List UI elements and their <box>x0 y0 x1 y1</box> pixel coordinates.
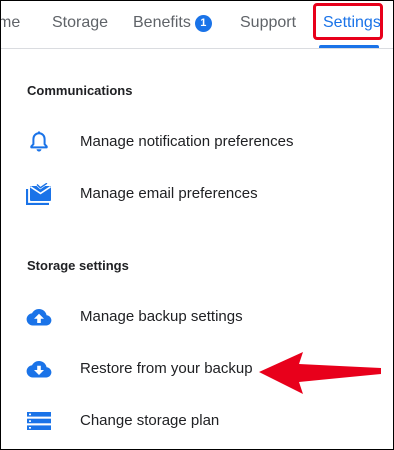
tab-benefits[interactable]: Benefits 1 <box>133 13 212 33</box>
cloud-upload-icon <box>26 306 52 328</box>
storage-list-icon <box>26 410 52 432</box>
benefits-count-badge: 1 <box>194 15 212 32</box>
cloud-download-icon <box>26 358 52 380</box>
manage-email-preferences-item[interactable]: Manage email preferences <box>1 172 393 216</box>
tab-home[interactable]: me <box>1 13 20 33</box>
mail-check-icon <box>25 182 52 206</box>
change-storage-plan-item[interactable]: Change storage plan <box>1 399 393 443</box>
tab-benefits-label: Benefits <box>133 14 191 31</box>
change-storage-plan-label: Change storage plan <box>80 412 220 429</box>
manage-backup-settings-item[interactable]: Manage backup settings <box>1 295 393 339</box>
manage-backup-settings-label: Manage backup settings <box>80 308 243 325</box>
restore-from-backup-label: Restore from your backup <box>80 360 253 377</box>
tab-bar: me Storage Benefits 1 Support Settings <box>1 1 393 49</box>
tab-support[interactable]: Support <box>240 13 296 33</box>
tab-storage[interactable]: Storage <box>52 13 108 33</box>
tab-settings[interactable]: Settings <box>323 13 381 33</box>
settings-screen: me Storage Benefits 1 Support Settings Co… <box>0 0 394 450</box>
manage-email-preferences-label: Manage email preferences <box>80 185 258 202</box>
restore-from-backup-item[interactable]: Restore from your backup <box>1 347 393 391</box>
manage-notification-preferences-label: Manage notification preferences <box>80 133 294 150</box>
storage-settings-section-header: Storage settings <box>27 258 129 273</box>
active-tab-indicator <box>319 45 379 48</box>
bell-icon <box>26 131 52 153</box>
communications-section-header: Communications <box>27 83 133 98</box>
manage-notification-preferences-item[interactable]: Manage notification preferences <box>1 120 393 164</box>
